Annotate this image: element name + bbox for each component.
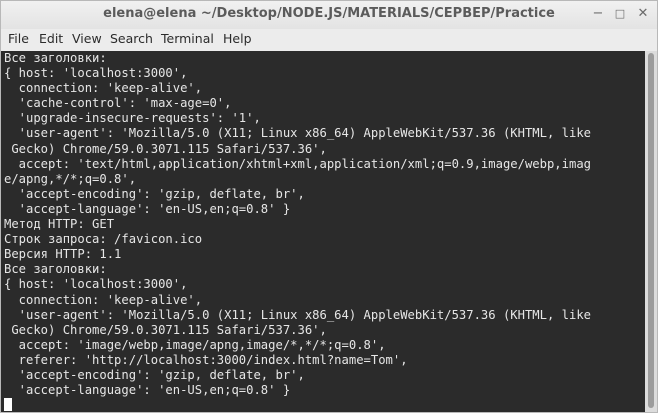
menu-edit[interactable]: Edit: [39, 31, 63, 46]
terminal-line: { host: 'localhost:3000',: [4, 66, 188, 81]
terminal-line: 'cache-control': 'max-age=0',: [4, 96, 232, 111]
terminal-line: 'accept-encoding': 'gzip, deflate, br',: [4, 186, 305, 201]
window-title: elena@elena ~/Desktop/NODE.JS/MATERIALS/…: [103, 6, 555, 21]
terminal-line: 'user-agent': 'Mozilla/5.0 (X11; Linux x…: [4, 126, 591, 141]
terminal-line: { host: 'localhost:3000',: [4, 277, 188, 292]
menu-file[interactable]: File: [8, 31, 29, 46]
text-cursor: [4, 398, 12, 412]
menu-bar: File Edit View Search Terminal Help: [1, 29, 657, 51]
close-icon[interactable]: ✕: [634, 5, 652, 23]
terminal-line: Gecko) Chrome/59.0.3071.115 Safari/537.3…: [4, 322, 327, 337]
terminal-line: Версия HTTP: 1.1: [4, 247, 122, 262]
menu-view[interactable]: View: [72, 31, 102, 46]
terminal-line: Все заголовки:: [4, 262, 107, 277]
terminal-line: 'accept-encoding': 'gzip, deflate, br',: [4, 367, 305, 382]
vertical-scrollbar[interactable]: [645, 51, 657, 412]
terminal-output-area[interactable]: Все заголовки: { host: 'localhost:3000',…: [1, 51, 645, 412]
menu-search[interactable]: Search: [110, 31, 153, 46]
menu-terminal[interactable]: Terminal: [161, 31, 214, 46]
terminal-line: referer: 'http://localhost:3000/index.ht…: [4, 352, 408, 367]
terminal-line: Все заголовки:: [4, 51, 107, 65]
terminal-line: 'accept-language': 'en-US,en;q=0.8' }: [4, 383, 291, 398]
scrollbar-thumb[interactable]: [648, 53, 654, 408]
terminal-line: Метод HTTP: GET: [4, 217, 115, 232]
terminal-line: connection: 'keep-alive',: [4, 292, 203, 307]
terminal-line: connection: 'keep-alive',: [4, 81, 203, 96]
terminal-line: Строк запроса: /favicon.ico: [4, 232, 203, 247]
terminal-line: 'upgrade-insecure-requests': '1',: [4, 111, 261, 126]
maximize-icon[interactable]: □: [611, 5, 629, 23]
terminal-line: accept: 'text/html,application/xhtml+xml…: [4, 156, 591, 171]
title-bar[interactable]: elena@elena ~/Desktop/NODE.JS/MATERIALS/…: [1, 1, 657, 29]
terminal-window: elena@elena ~/Desktop/NODE.JS/MATERIALS/…: [0, 0, 658, 413]
terminal-line: 'accept-language': 'en-US,en;q=0.8' }: [4, 201, 291, 216]
terminal-output: Все заголовки: { host: 'localhost:3000',…: [1, 51, 645, 412]
terminal-line: 'user-agent': 'Mozilla/5.0 (X11; Linux x…: [4, 307, 591, 322]
minimize-icon[interactable]: −: [589, 5, 607, 23]
menu-help[interactable]: Help: [223, 31, 252, 46]
terminal-line: Gecko) Chrome/59.0.3071.115 Safari/537.3…: [4, 141, 327, 156]
terminal-line: e/apng,*/*;q=0.8',: [4, 171, 137, 186]
terminal-line: accept: 'image/webp,image/apng,image/*,*…: [4, 337, 386, 352]
